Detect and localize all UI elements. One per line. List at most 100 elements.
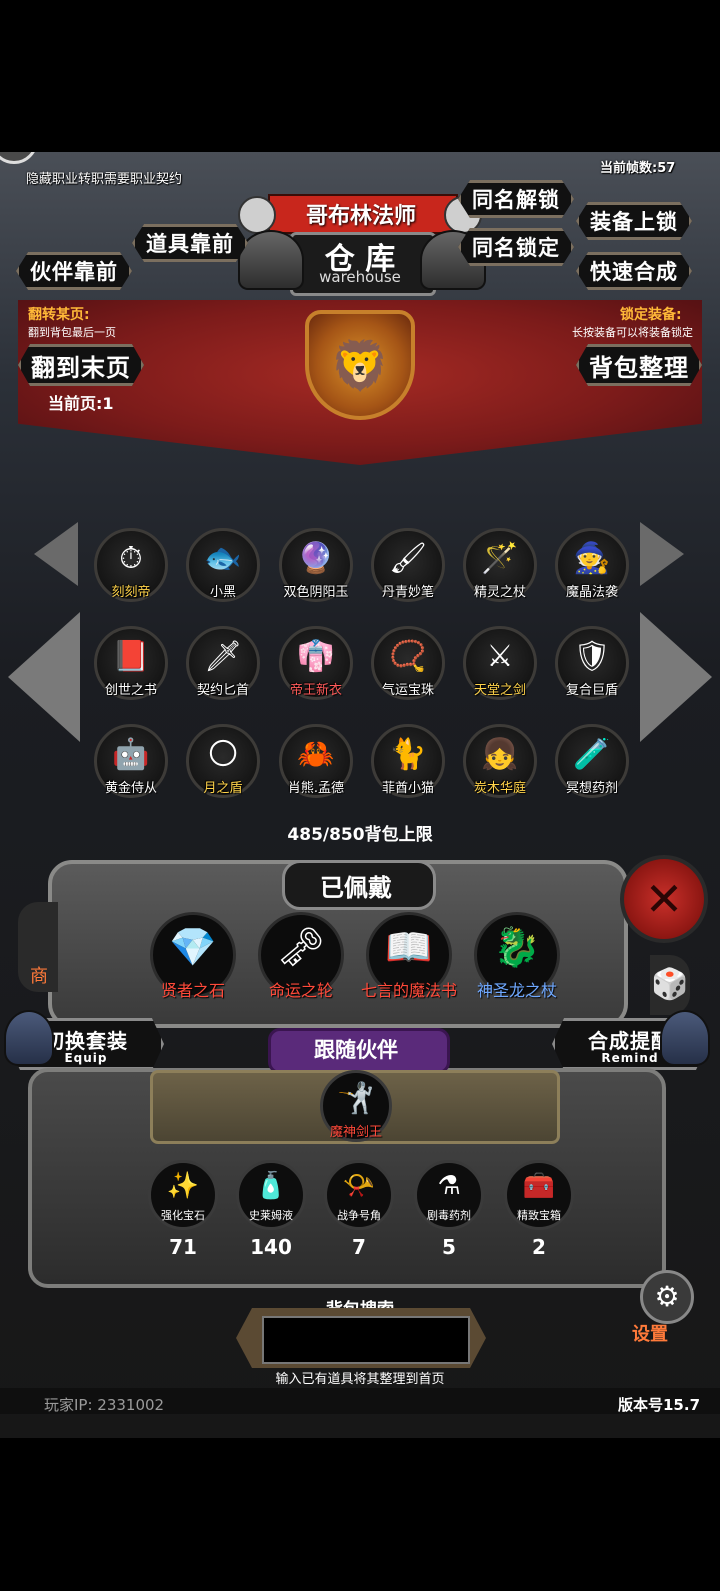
consumable-slot[interactable]: 🧰 精致宝箱 2 xyxy=(504,1160,574,1259)
inventory-slot[interactable]: 🐈 菲酋小猫 xyxy=(371,724,445,798)
consumable-slot[interactable]: 🧴 史莱姆液 140 xyxy=(236,1160,306,1259)
inventory-item-icon: 👧 xyxy=(481,737,519,772)
inventory-item-label: 冥想药剂 xyxy=(565,781,618,796)
inventory-slot[interactable]: 🤖 黄金侍从 xyxy=(94,724,168,798)
search-input[interactable] xyxy=(262,1316,470,1364)
equipped-item-icon: 💎 xyxy=(169,925,217,969)
consumable-icon: ⚗ xyxy=(437,1171,461,1201)
job-name: 哥布林法师 xyxy=(305,204,416,229)
inventory-item-label: 丹青妙笔 xyxy=(381,585,434,600)
inventory-item-icon: 🔮 xyxy=(297,541,335,576)
consumable-label: 史莱姆液 xyxy=(249,1209,293,1222)
inventory-item-icon: 🐟 xyxy=(204,541,242,576)
warehouse-title-en: warehouse xyxy=(319,268,401,286)
same-name-unlock-button[interactable]: 同名解锁 xyxy=(458,180,574,218)
inventory-slot[interactable]: 🗡 契约匕首 xyxy=(186,626,260,700)
inventory-slot[interactable]: 📕 创世之书 xyxy=(94,626,168,700)
equipped-item-icon: 🗝 xyxy=(276,925,326,969)
same-name-lock-button[interactable]: 同名锁定 xyxy=(458,228,574,266)
equipped-item-label: 命运之轮 xyxy=(268,981,333,1000)
inventory-slot[interactable]: 🛡 复合巨盾 xyxy=(555,626,629,700)
sort-bag-button[interactable]: 背包整理 xyxy=(576,344,702,386)
partner-slot[interactable]: 🤺 魔神剑王 xyxy=(320,1070,392,1142)
equipped-item-icon: 🐉 xyxy=(493,925,541,969)
consumable-icon: 🧴 xyxy=(254,1171,288,1201)
to-last-page-button[interactable]: 翻到末页 xyxy=(18,344,144,386)
dice-side-icon[interactable]: 🎲 xyxy=(650,955,690,1015)
inventory-slot[interactable]: 📿 气运宝珠 xyxy=(371,626,445,700)
inventory-item-icon: 🧙 xyxy=(573,541,611,576)
partner-name: 魔神剑王 xyxy=(329,1125,382,1140)
close-button[interactable]: ✕ xyxy=(620,855,708,943)
inventory-slot[interactable]: 🖌 丹青妙笔 xyxy=(371,528,445,602)
inventory-item-icon: 🐈 xyxy=(389,737,427,772)
partner-icon: 🤺 xyxy=(337,1081,375,1116)
consumable-count: 2 xyxy=(532,1235,546,1259)
inventory-slot[interactable]: ⏱ 刻刻帝 xyxy=(94,528,168,602)
inventory-item-icon: 🖌 xyxy=(388,541,428,576)
quick-merge-button[interactable]: 快速合成 xyxy=(576,252,692,290)
consumable-label: 战争号角 xyxy=(337,1209,381,1222)
version-label: 版本号15.7 xyxy=(618,1396,701,1414)
inventory-item-label: 帝王新衣 xyxy=(289,683,342,698)
helmet-knight-left-icon xyxy=(4,1010,54,1066)
inventory-item-icon: 🪄 xyxy=(481,541,519,576)
consumable-slot[interactable]: ✨ 强化宝石 71 xyxy=(148,1160,218,1259)
settings-label[interactable]: 设置 xyxy=(632,1320,668,1346)
inventory-slot[interactable]: 👘 帝王新衣 xyxy=(279,626,353,700)
flip-page-desc: 翻到背包最后一页 xyxy=(28,326,116,339)
equipped-item-icon: 📖 xyxy=(385,925,433,969)
skull-left-icon xyxy=(238,196,276,234)
inventory-slot[interactable]: 🔮 双色阴阳玉 xyxy=(279,528,353,602)
player-ip: 玩家IP: 2331002 xyxy=(44,1396,165,1414)
inventory-item-icon: 👘 xyxy=(297,639,335,674)
inventory-item-icon: 📿 xyxy=(389,639,427,674)
flip-page-title: 翻转某页: xyxy=(28,307,90,323)
inventory-item-label: 创世之书 xyxy=(104,683,157,698)
consumable-slot[interactable]: 📯 战争号角 7 xyxy=(324,1160,394,1259)
shop-side-label: 商 xyxy=(30,966,48,987)
consumable-slot[interactable]: ⚗ 剧毒药剂 5 xyxy=(414,1160,484,1259)
equipped-slot[interactable]: 🗝 命运之轮 xyxy=(258,912,344,1000)
consumable-icon: 📯 xyxy=(342,1171,376,1201)
hidden-job-hint: 隐藏职业转职需要职业契约 xyxy=(26,172,183,187)
partner-front-button[interactable]: 伙伴靠前 xyxy=(16,252,132,290)
lion-shield-icon: 🦁 xyxy=(305,310,415,420)
equipped-item-label: 贤者之石 xyxy=(160,981,225,1000)
inventory-item-label: 炭木华庭 xyxy=(473,781,526,796)
equipped-item-label: 神圣龙之杖 xyxy=(476,981,557,1000)
item-front-button[interactable]: 道具靠前 xyxy=(132,224,248,262)
inventory-item-label: 菲酋小猫 xyxy=(381,781,434,796)
inventory-item-label: 月之盾 xyxy=(203,781,243,796)
follow-partner-label: 跟随伙伴 xyxy=(314,1038,398,1062)
inventory-item-label: 小黑 xyxy=(209,585,236,600)
inventory-item-label: 魔晶法袭 xyxy=(565,585,618,600)
inventory-slot[interactable]: 🐟 小黑 xyxy=(186,528,260,602)
consumable-count: 7 xyxy=(352,1235,366,1259)
inventory-item-label: 双色阴阳玉 xyxy=(283,585,349,600)
inventory-slot[interactable]: 🧙 魔晶法袭 xyxy=(555,528,629,602)
consumable-count: 5 xyxy=(442,1235,456,1259)
inventory-slot[interactable]: 🦀 肖熊.孟德 xyxy=(279,724,353,798)
inventory-item-label: 天堂之剑 xyxy=(473,683,526,698)
helmet-knight-right-icon xyxy=(660,1010,710,1066)
equipped-slot[interactable]: 💎 贤者之石 xyxy=(150,912,236,1000)
inventory-slot[interactable]: 👧 炭木华庭 xyxy=(463,724,537,798)
inventory-slot[interactable]: 🌕 月之盾 xyxy=(186,724,260,798)
inventory-item-label: 肖熊.孟德 xyxy=(287,781,345,796)
inventory-slot[interactable]: ⚔ 天堂之剑 xyxy=(463,626,537,700)
helmet-left-icon xyxy=(238,230,304,290)
equip-lock-button[interactable]: 装备上锁 xyxy=(576,202,692,240)
inventory-item-icon: 📕 xyxy=(112,639,150,674)
top-left-circle-icon[interactable] xyxy=(0,152,38,164)
inventory-item-label: 复合巨盾 xyxy=(565,683,618,698)
inventory-item-icon: 🌕 xyxy=(207,737,239,772)
equipped-slot[interactable]: 📖 七言的魔法书 xyxy=(361,912,457,1000)
inventory-item-icon: ⏱ xyxy=(119,541,143,576)
inventory-item-label: 气运宝珠 xyxy=(381,683,434,698)
inventory-slot[interactable]: 🪄 精灵之杖 xyxy=(463,528,537,602)
inventory-slot[interactable]: 🧪 冥想药剂 xyxy=(555,724,629,798)
inventory-item-icon: ⚔ xyxy=(486,639,514,674)
equipped-slot[interactable]: 🐉 神圣龙之杖 xyxy=(474,912,560,1000)
current-page: 当前页:1 xyxy=(48,394,114,413)
